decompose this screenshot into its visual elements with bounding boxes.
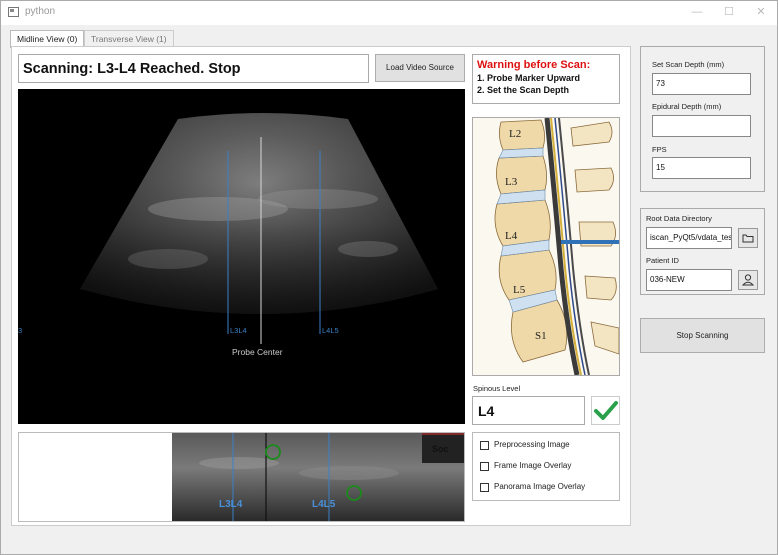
probe-center-label: Probe Center <box>232 347 283 357</box>
status-text: Scanning: L3-L4 Reached. Stop <box>23 61 241 77</box>
l4l5-line-label: L4L5 <box>322 326 339 335</box>
frame-image-overlay-label: Frame Image Overlay <box>494 461 572 470</box>
vertebra-label-l5: L5 <box>513 284 526 296</box>
warning-title: Warning before Scan: <box>477 59 591 71</box>
options-panel: Preprocessing Image Frame Image Overlay … <box>472 432 620 501</box>
vertebra-label-l4: L4 <box>505 230 518 242</box>
l3l4-line-label: L3L4 <box>230 326 247 335</box>
epidural-depth-label: Epidural Depth (mm) <box>652 102 722 111</box>
warning-line-2: 2. Set the Scan Depth <box>477 85 570 95</box>
patient-id-label: Patient ID <box>646 256 679 265</box>
status-display: Scanning: L3-L4 Reached. Stop <box>18 54 369 83</box>
preprocessing-image-checkbox[interactable] <box>480 441 489 450</box>
pano-corner-label: Soc <box>432 444 449 454</box>
ultrasound-image <box>80 113 438 344</box>
spine-diagram: L2 L3 L4 L5 S1 <box>472 117 620 376</box>
vertebra-label-l2: L2 <box>509 128 522 140</box>
load-video-source-button[interactable]: Load Video Source <box>375 54 465 82</box>
root-directory-label: Root Data Directory <box>646 214 712 223</box>
edge-line-label: 3 <box>18 326 23 335</box>
scan-settings-group: Set Scan Depth (mm) 73 Epidural Depth (m… <box>640 46 765 192</box>
window-title: python <box>25 6 56 17</box>
root-directory-input[interactable]: iscan_PyQt5/vdata_test <box>646 227 732 249</box>
folder-icon <box>742 234 754 243</box>
spinous-level-value: L4 <box>478 403 495 419</box>
ultrasound-view[interactable]: 3 L3L4 L4L5 Probe Center <box>18 89 465 424</box>
app-icon <box>8 7 19 17</box>
pano-l3l4-label: L3L4 <box>219 499 243 510</box>
patient-button[interactable] <box>738 270 758 290</box>
maximize-button[interactable]: ☐ <box>713 1 745 23</box>
check-icon <box>594 401 618 420</box>
scan-depth-label: Set Scan Depth (mm) <box>652 60 725 69</box>
panorama-view[interactable]: L3L4 L4L5 Soc <box>18 432 465 522</box>
spinous-level-label: Spinous Level <box>473 384 521 393</box>
panorama-image-overlay-checkbox[interactable] <box>480 483 489 492</box>
pano-l4l5-label: L4L5 <box>312 499 336 510</box>
spinous-confirm[interactable] <box>591 396 620 425</box>
stop-scanning-button[interactable]: Stop Scanning <box>640 318 765 353</box>
warning-line-1: 1. Probe Marker Upward <box>477 73 581 83</box>
minimize-button[interactable]: — <box>681 1 713 23</box>
vertebra-label-l3: L3 <box>505 176 518 188</box>
fps-input[interactable]: 15 <box>652 157 751 179</box>
vertebra-label-s1: S1 <box>535 330 547 342</box>
panorama-image-overlay-label: Panorama Image Overlay <box>494 482 586 491</box>
preprocessing-image-label: Preprocessing Image <box>494 440 570 449</box>
main-window: python — ☐ ✕ Midline View (0) Transverse… <box>0 0 778 555</box>
fps-label: FPS <box>652 145 667 154</box>
tab-transverse-view[interactable]: Transverse View (1) <box>84 30 174 47</box>
frame-image-overlay-checkbox[interactable] <box>480 462 489 471</box>
patient-id-input[interactable]: 036-NEW <box>646 269 732 291</box>
spinous-level-display: L4 <box>472 396 585 425</box>
data-path-group: Root Data Directory iscan_PyQt5/vdata_te… <box>640 208 765 295</box>
scan-depth-input[interactable]: 73 <box>652 73 751 95</box>
warning-box: Warning before Scan: 1. Probe Marker Upw… <box>472 54 620 104</box>
user-icon <box>741 274 755 286</box>
close-button[interactable]: ✕ <box>745 1 777 23</box>
title-bar: python — ☐ ✕ <box>1 1 777 25</box>
browse-directory-button[interactable] <box>738 228 758 248</box>
epidural-depth-input[interactable] <box>652 115 751 137</box>
